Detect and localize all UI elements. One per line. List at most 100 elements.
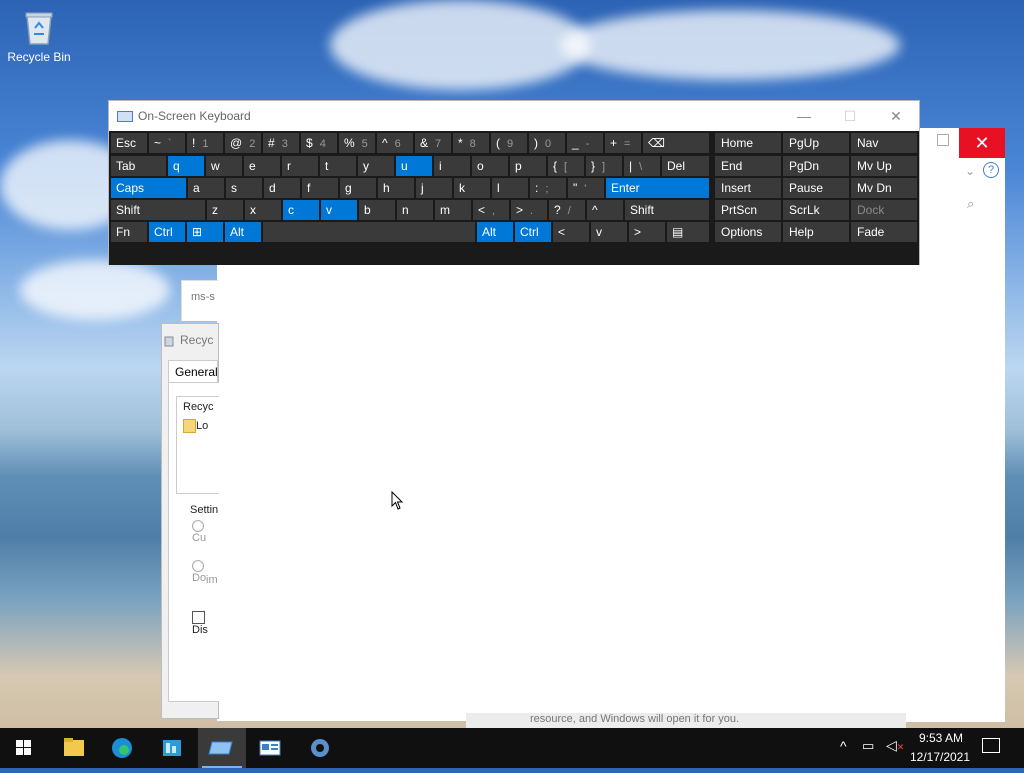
key-p[interactable]: p xyxy=(510,156,546,176)
key-menu[interactable]: ▤ xyxy=(667,222,709,242)
key-right[interactable]: > xyxy=(629,222,665,242)
key-backspace[interactable]: ⌫ xyxy=(643,133,709,153)
custom-size-radio[interactable]: Cu xyxy=(192,520,218,544)
key-fade[interactable]: Fade xyxy=(851,222,917,242)
key-lshift[interactable]: Shift xyxy=(111,200,205,220)
search-icon[interactable]: ⌕ xyxy=(967,196,974,212)
key-pgdn[interactable]: PgDn xyxy=(783,156,849,176)
title-bar[interactable]: On-Screen Keyboard — ☐ ✕ xyxy=(109,101,919,131)
key-c[interactable]: c xyxy=(283,200,319,220)
key-lalt[interactable]: Alt xyxy=(225,222,261,242)
key-rctrl[interactable]: Ctrl xyxy=(515,222,551,242)
location-row[interactable]: Lo xyxy=(183,419,208,433)
tab-general[interactable]: General xyxy=(168,360,218,382)
key-9[interactable]: (9 xyxy=(491,133,527,153)
key-end[interactable]: End xyxy=(715,156,781,176)
key-t[interactable]: t xyxy=(320,156,356,176)
key-8[interactable]: * 8 xyxy=(453,133,489,153)
key-h[interactable]: h xyxy=(378,178,414,198)
key-z[interactable]: z xyxy=(207,200,243,220)
key-q[interactable]: q xyxy=(168,156,204,176)
key-7[interactable]: & 7 xyxy=(415,133,451,153)
key-r[interactable]: r xyxy=(282,156,318,176)
on-screen-keyboard-window[interactable]: On-Screen Keyboard — ☐ ✕ Esc ~ `! 1 @2 #3 $4% 5… xyxy=(108,100,920,265)
key-del[interactable]: Del xyxy=(662,156,709,176)
key-0[interactable]: ) 0 xyxy=(529,133,565,153)
close-button[interactable]: ✕ xyxy=(959,128,1005,158)
file-explorer-taskbar-button[interactable] xyxy=(50,728,98,768)
key-colon[interactable]: :; xyxy=(530,178,566,198)
key-pause[interactable]: Pause xyxy=(783,178,849,198)
chevron-down-icon[interactable]: ⌄ xyxy=(965,164,975,178)
recycle-bin-properties-dialog[interactable]: Recyc General Recyc Lo Settin Cu Do im D… xyxy=(161,323,219,719)
key-down[interactable]: v xyxy=(591,222,627,242)
key-m[interactable]: m xyxy=(435,200,471,220)
key-4[interactable]: $4 xyxy=(301,133,337,153)
key-insert[interactable]: Insert xyxy=(715,178,781,198)
key-v[interactable]: v xyxy=(321,200,357,220)
key-tilde[interactable]: ~ ` xyxy=(149,133,185,153)
network-icon[interactable]: ▭ xyxy=(862,738,874,754)
key-help[interactable]: Help xyxy=(783,222,849,242)
key-x[interactable]: x xyxy=(245,200,281,220)
recycle-bin-desktop-icon[interactable]: Recycle Bin xyxy=(6,8,72,78)
key-k[interactable]: k xyxy=(454,178,490,198)
key-question[interactable]: ? / xyxy=(549,200,585,220)
key-5[interactable]: % 5 xyxy=(339,133,375,153)
key-esc[interactable]: Esc xyxy=(111,133,147,153)
key-o[interactable]: o xyxy=(472,156,508,176)
key-pgup[interactable]: PgUp xyxy=(783,133,849,153)
maximize-button[interactable]: ☐ xyxy=(827,101,873,131)
maximize-icon[interactable] xyxy=(937,134,949,146)
key-win[interactable]: ⊞ xyxy=(187,222,223,242)
help-icon[interactable]: ? xyxy=(983,162,999,178)
clock-date[interactable]: 12/17/2021 xyxy=(906,750,974,764)
key-caps[interactable]: Caps xyxy=(111,178,186,198)
key-f[interactable]: f xyxy=(302,178,338,198)
volume-muted-icon[interactable]: ◁✕ xyxy=(886,737,904,754)
clock-time[interactable]: 9:53 AM xyxy=(912,731,970,745)
display-confirm-checkbox[interactable]: Dis xyxy=(192,611,218,636)
key-w[interactable]: w xyxy=(206,156,242,176)
key-i[interactable]: i xyxy=(434,156,470,176)
key-lt[interactable]: <, xyxy=(473,200,509,220)
on-screen-keyboard-taskbar-button[interactable] xyxy=(198,728,246,768)
key-6[interactable]: ^ 6 xyxy=(377,133,413,153)
key-3[interactable]: #3 xyxy=(263,133,299,153)
key-pipe[interactable]: | \ xyxy=(624,156,660,176)
notification-center-icon[interactable] xyxy=(982,738,1000,753)
start-button[interactable] xyxy=(0,728,48,768)
key-d[interactable]: d xyxy=(264,178,300,198)
news-taskbar-button[interactable] xyxy=(246,728,294,768)
key-g[interactable]: g xyxy=(340,178,376,198)
key-ralt[interactable]: Alt xyxy=(477,222,513,242)
key-s[interactable]: s xyxy=(226,178,262,198)
edge-taskbar-button[interactable] xyxy=(98,728,146,768)
key-dock[interactable]: Dock xyxy=(851,200,917,220)
key-e[interactable]: e xyxy=(244,156,280,176)
settings-window-fragment[interactable]: ms-s xyxy=(181,280,218,321)
key-u[interactable]: u xyxy=(396,156,432,176)
key-rbrace[interactable]: }] xyxy=(586,156,622,176)
key-b[interactable]: b xyxy=(359,200,395,220)
key-quote[interactable]: " ' xyxy=(568,178,604,198)
key-mv-up[interactable]: Mv Up xyxy=(851,156,917,176)
key-space[interactable] xyxy=(263,222,475,242)
key-n[interactable]: n xyxy=(397,200,433,220)
key-mv-dn[interactable]: Mv Dn xyxy=(851,178,917,198)
key-tab[interactable]: Tab xyxy=(111,156,166,176)
minimize-button[interactable]: — xyxy=(781,101,827,131)
key-gt[interactable]: >. xyxy=(511,200,547,220)
key-lctrl[interactable]: Ctrl xyxy=(149,222,185,242)
key-a[interactable]: a xyxy=(188,178,224,198)
key-nav[interactable]: Nav xyxy=(851,133,917,153)
settings-taskbar-button[interactable] xyxy=(296,728,344,768)
key-lbrace[interactable]: {[ xyxy=(548,156,584,176)
key-equals[interactable]: + = xyxy=(605,133,641,153)
key-options[interactable]: Options xyxy=(715,222,781,242)
key-up[interactable]: ^ xyxy=(587,200,623,220)
key-home[interactable]: Home xyxy=(715,133,781,153)
close-button[interactable]: ✕ xyxy=(873,101,919,131)
key-j[interactable]: j xyxy=(416,178,452,198)
key-y[interactable]: y xyxy=(358,156,394,176)
